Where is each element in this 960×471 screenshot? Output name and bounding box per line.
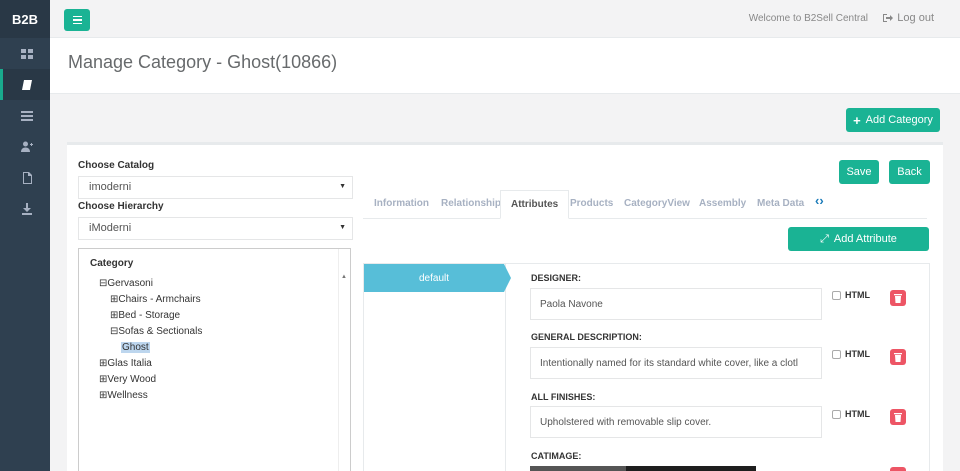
general-description-label: GENERAL DESCRIPTION: bbox=[531, 332, 642, 342]
general-description-html-checkbox[interactable]: HTML bbox=[832, 349, 870, 359]
book-icon bbox=[21, 79, 32, 90]
all-finishes-delete-button[interactable] bbox=[890, 409, 906, 425]
tree-node-wellness[interactable]: ⊞Wellness bbox=[99, 390, 148, 401]
welcome-text: Welcome to B2Sell Central bbox=[748, 13, 868, 24]
catalog-select[interactable]: imoderni ▼ bbox=[78, 176, 353, 199]
list-icon bbox=[20, 110, 33, 121]
add-category-button[interactable]: + Add Category bbox=[846, 108, 940, 132]
attribute-group-default[interactable]: default bbox=[364, 264, 511, 292]
catalog-value: imoderni bbox=[89, 181, 132, 193]
hamburger-icon bbox=[72, 15, 82, 18]
add-category-label: Add Category bbox=[865, 114, 933, 126]
menu-toggle-button[interactable] bbox=[64, 9, 90, 31]
tree-node-gervasoni[interactable]: ⊟Gervasoni bbox=[99, 278, 153, 289]
tree-node-very-wood[interactable]: ⊞Very Wood bbox=[99, 374, 156, 385]
page-title: Manage Category - Ghost(10866) bbox=[68, 52, 338, 72]
sign-out-icon bbox=[883, 14, 894, 22]
logout-label: Log out bbox=[897, 12, 934, 24]
hierarchy-label: Choose Hierarchy bbox=[78, 201, 164, 212]
catimage-label: CATIMAGE: bbox=[531, 451, 582, 461]
add-user-icon bbox=[20, 141, 33, 152]
hierarchy-select[interactable]: iModerni ▼ bbox=[78, 217, 353, 240]
attribute-group-list: default bbox=[364, 264, 511, 471]
tree-node-sofas[interactable]: ⊟Sofas & Sectionals bbox=[110, 326, 202, 337]
plus-icon: + bbox=[853, 112, 861, 128]
tab-products[interactable]: Products bbox=[570, 198, 613, 209]
page-heading: Manage Category - Ghost(10866) bbox=[50, 38, 960, 94]
checkbox-icon[interactable] bbox=[832, 290, 841, 300]
add-attribute-button[interactable]: ⤢ Add Attribute bbox=[788, 227, 929, 251]
sidebar-item-dashboard[interactable] bbox=[0, 38, 50, 69]
trash-icon bbox=[894, 352, 902, 362]
attributes-section: default DESIGNER: Paola Navone HTML GENE… bbox=[363, 263, 930, 471]
checkbox-icon[interactable] bbox=[832, 409, 841, 419]
tree-scrollbar[interactable] bbox=[338, 249, 350, 471]
sidebar-item-list[interactable] bbox=[0, 100, 50, 131]
designer-delete-button[interactable] bbox=[890, 290, 906, 306]
dashboard-icon bbox=[20, 48, 33, 59]
tab-information[interactable]: Information bbox=[374, 198, 429, 209]
tree-title: Category bbox=[90, 258, 134, 269]
all-finishes-field[interactable]: Upholstered with removable slip cover. bbox=[530, 406, 822, 438]
catalog-label: Choose Catalog bbox=[78, 160, 155, 171]
dropdown-arrow-icon: ▼ bbox=[339, 224, 346, 231]
category-tree: Category ⊟Gervasoni ⊞Chairs - Armchairs … bbox=[78, 248, 351, 471]
tree-node-bed-storage[interactable]: ⊞Bed - Storage bbox=[110, 310, 180, 321]
category-tabs: Information Relationship Attributes Prod… bbox=[363, 190, 927, 219]
download-icon bbox=[21, 202, 32, 215]
category-panel: Choose Catalog imoderni ▼ Choose Hierarc… bbox=[67, 142, 943, 471]
logout-link[interactable]: Log out bbox=[883, 12, 934, 24]
add-attribute-label: Add Attribute bbox=[833, 233, 897, 245]
catimage-delete-button[interactable] bbox=[890, 467, 906, 471]
tree-node-ghost[interactable]: Ghost bbox=[121, 342, 150, 353]
general-description-delete-button[interactable] bbox=[890, 349, 906, 365]
top-navbar: Welcome to B2Sell Central Log out bbox=[50, 0, 960, 38]
tree-node-glas-italia[interactable]: ⊞Glas Italia bbox=[99, 358, 152, 369]
back-button[interactable]: Back bbox=[889, 160, 930, 184]
catimage-preview bbox=[530, 466, 756, 471]
sidebar-item-download[interactable] bbox=[0, 193, 50, 224]
tab-categoryview[interactable]: CategoryView bbox=[624, 198, 690, 209]
sidebar-item-catalog[interactable] bbox=[0, 69, 50, 100]
tab-attributes[interactable]: Attributes bbox=[500, 190, 570, 219]
designer-html-checkbox[interactable]: HTML bbox=[832, 290, 870, 300]
pdf-icon bbox=[22, 171, 32, 184]
all-finishes-html-checkbox[interactable]: HTML bbox=[832, 409, 870, 419]
tree-node-chairs[interactable]: ⊞Chairs - Armchairs bbox=[110, 294, 201, 305]
designer-label: DESIGNER: bbox=[531, 273, 582, 283]
tab-meta-data[interactable]: Meta Data bbox=[757, 198, 804, 209]
expand-arrows-icon: ⤢ bbox=[820, 232, 829, 245]
tab-relationship[interactable]: Relationship bbox=[441, 198, 501, 209]
checkbox-icon[interactable] bbox=[832, 349, 841, 359]
hierarchy-value: iModerni bbox=[89, 222, 132, 234]
trash-icon bbox=[894, 293, 902, 303]
designer-field[interactable]: Paola Navone bbox=[530, 288, 822, 320]
sidebar-item-users[interactable] bbox=[0, 131, 50, 162]
brand-logo[interactable]: B2B bbox=[0, 0, 50, 38]
sidebar: B2B bbox=[0, 0, 50, 471]
save-button[interactable]: Save bbox=[839, 160, 879, 184]
dropdown-arrow-icon: ▼ bbox=[339, 183, 346, 190]
tab-assembly[interactable]: Assembly bbox=[699, 198, 746, 209]
sidebar-item-pdf[interactable] bbox=[0, 162, 50, 193]
general-description-field[interactable]: Intentionally named for its standard whi… bbox=[530, 347, 822, 379]
scroll-up-icon[interactable]: ▲ bbox=[341, 274, 347, 280]
tab-scroll-arrows-icon[interactable]: ‹› bbox=[815, 193, 824, 208]
trash-icon bbox=[894, 412, 902, 422]
all-finishes-label: ALL FINISHES: bbox=[531, 392, 596, 402]
